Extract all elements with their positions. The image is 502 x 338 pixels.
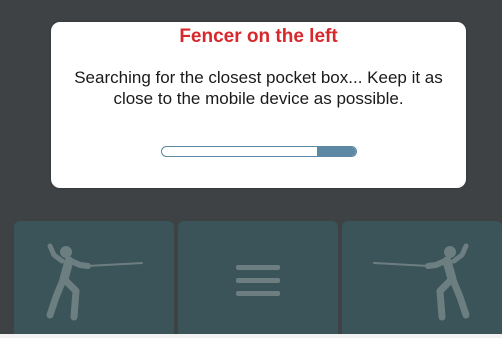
bottom-edge: [0, 334, 502, 338]
dialog-title: Fencer on the left: [179, 26, 338, 47]
menu-bar-top: [236, 265, 280, 270]
app-screen: Fencer on the left Searching for the clo…: [0, 0, 502, 338]
menu-bar-middle: [236, 278, 280, 283]
fencer-right-button[interactable]: [342, 221, 502, 334]
menu-button[interactable]: [178, 221, 338, 334]
menu-bar-bottom: [236, 291, 280, 296]
search-dialog: Fencer on the left Searching for the clo…: [51, 22, 466, 188]
fencer-left-button[interactable]: [14, 221, 174, 334]
search-progress-fill: [317, 147, 356, 156]
dialog-message: Searching for the closest pocket box... …: [74, 68, 443, 108]
fencer-right-icon: [373, 243, 470, 321]
fencer-left-icon: [46, 243, 143, 321]
search-progress-bar: [161, 146, 357, 157]
